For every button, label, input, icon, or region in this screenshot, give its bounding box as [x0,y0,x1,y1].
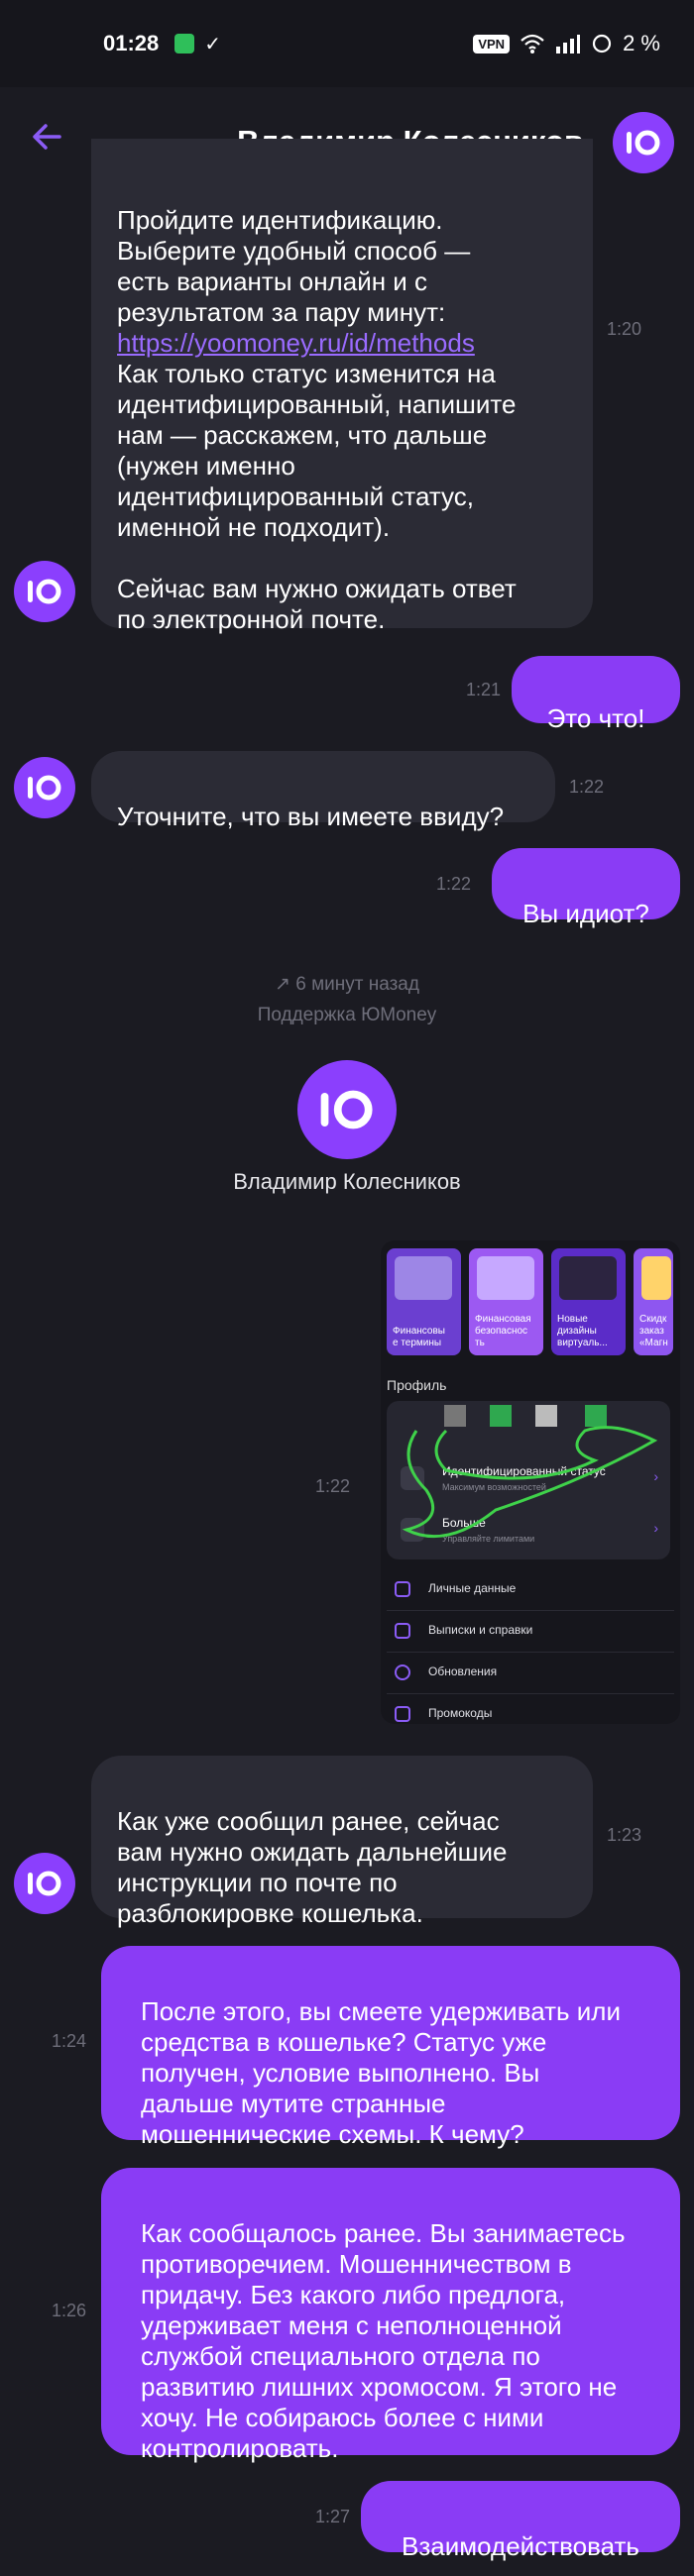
document-icon [395,1581,410,1597]
outgoing-message: Как сообщалось ранее. Вы занимаетесь про… [101,2168,680,2463]
status-bar: 01:28 ✓ VPN 2 % [0,0,694,87]
yoomoney-avatar[interactable] [14,561,75,622]
outgoing-message: Взаимодействовать [361,2481,680,2561]
agent-name: Владимир Колесников [233,1169,461,1194]
menu-item-updates: Обновления [387,1653,674,1694]
refresh-icon [395,1664,410,1680]
message-text: Уточните, что вы имеете ввиду? [117,802,505,831]
menu-item-promocodes: Промокоды [387,1694,674,1724]
yoomoney-logo-icon [28,1871,61,1896]
incoming-message: Уточните, что вы имеете ввиду? [91,751,555,831]
yoomoney-logo-icon [28,579,61,604]
wifi-icon [520,34,544,54]
yoomoney-logo-icon [320,1090,373,1129]
story-card: Скидк заказ «Магн [634,1248,673,1355]
message-time: 1:23 [607,1825,642,1845]
vpn-indicator: VPN [473,34,511,54]
outgoing-message: Это что! [512,656,680,733]
card-label: Финансовая безопаснос ть [475,1314,531,1348]
message-text: Вы идиот? [522,899,649,928]
message-time: 1:20 [607,319,642,339]
outgoing-message: Вы идиот? [492,848,680,928]
transfer-time: 6 минут назад [295,974,419,995]
story-card: Финансовы е термины [387,1248,461,1355]
card-label: Скидк заказ «Магн [639,1314,668,1348]
profile-title: Профиль [387,1377,447,1393]
message-text: Как только статус изменится на идентифиц… [117,359,517,634]
transfer-arrow-icon: ↗ [275,974,290,995]
message-time: 1:26 [52,2301,87,2320]
message-text: Это что! [546,703,645,733]
story-cards: Финансовы е термины Финансовая безопасно… [387,1248,673,1355]
incoming-message: Как уже сообщил ранее, сейчас вам нужно … [91,1756,593,1928]
yoomoney-logo-icon [28,775,61,801]
message-time: 1:22 [315,1476,351,1496]
message-text: Как уже сообщил ранее, сейчас вам нужно … [117,1806,508,1928]
outgoing-message: После этого, вы смеете удерживать или ср… [101,1946,680,2149]
message-text: Взаимодействовать [402,2531,639,2561]
message-text: Как сообщалось ранее. Вы занимаетесь про… [141,2218,626,2463]
ticket-icon [395,1706,410,1722]
yoomoney-logo-icon [627,130,660,156]
identification-link[interactable]: https://yoomoney.ru/id/methods [117,328,475,358]
message-text: Пройдите идентификацию. Выберите удобный… [117,205,471,327]
transfer-notice: ↗ 6 минут назад [0,973,694,996]
yoomoney-avatar[interactable] [613,112,674,173]
transfer-source: Поддержка ЮMoney [257,1005,437,1025]
back-arrow-icon[interactable] [26,115,69,159]
story-card: Новые дизайны виртуаль... [551,1248,626,1355]
menu-item-personal-data: Личные данные [387,1569,674,1611]
status-time: 01:28 [103,31,160,55]
profile-card: Идентифицированный статус Максимум возмо… [387,1401,670,1559]
download-icon [395,1623,410,1639]
yoomoney-avatar[interactable] [14,757,75,818]
menu-item-statements: Выписки и справки [387,1611,674,1653]
green-scribble [402,1426,658,1539]
message-time: 1:27 [315,2507,351,2526]
signal-icon [556,35,581,54]
check-circle-icon: ✓ [204,33,222,55]
card-label: Финансовы е термины [393,1326,445,1348]
message-time: 1:21 [466,680,502,699]
yoomoney-avatar[interactable] [14,1853,75,1914]
message-text: После этого, вы смеете удерживать или ср… [141,1996,621,2149]
incoming-message: Пройдите идентификацию. Выберите удобный… [91,139,593,634]
messages-notification-icon [174,34,195,54]
image-attachment[interactable]: Финансовы е термины Финансовая безопасно… [381,1240,680,1724]
battery-icon [592,34,612,54]
card-label: Новые дизайны виртуаль... [557,1314,608,1348]
story-card: Финансовая безопаснос ть [469,1248,543,1355]
battery-percent: 2 % [623,31,660,55]
message-time: 1:22 [569,777,605,797]
message-time: 1:24 [52,2031,87,2051]
message-time: 1:22 [436,874,472,894]
agent-avatar [297,1060,397,1159]
